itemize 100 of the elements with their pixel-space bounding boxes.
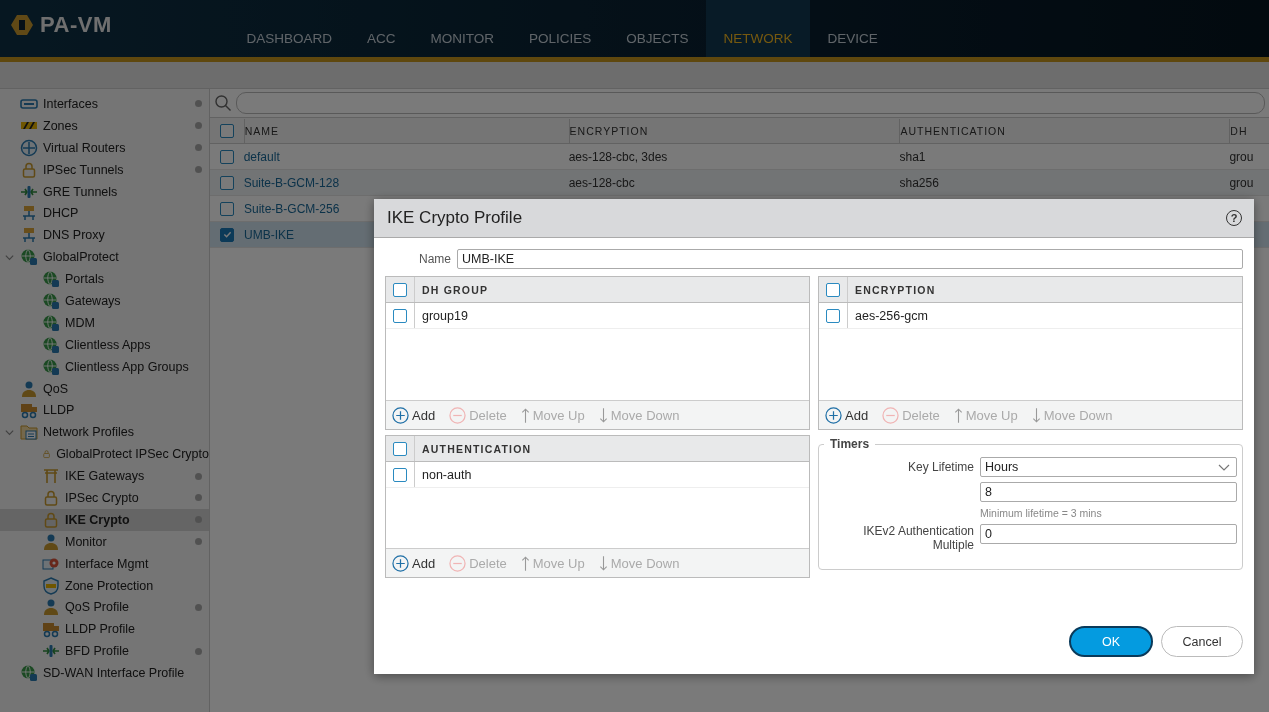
arrow-down-icon (598, 554, 608, 572)
sidebar-item[interactable]: Interfaces (0, 93, 209, 115)
sidebar-item[interactable]: Network Profiles (0, 421, 209, 444)
select-all-checkbox[interactable] (393, 441, 407, 456)
unit-dropdown[interactable]: Hours (980, 457, 1237, 477)
table-row[interactable]: Suite-B-GCM-128 aes-128-cbc sha256 grou (210, 170, 1269, 196)
sidebar-item[interactable]: Gateways (0, 290, 209, 312)
sidebar-label: Interface Mgmt (65, 556, 149, 571)
multiple-field[interactable]: 0 (980, 524, 1237, 544)
list-action-button[interactable]: Add (392, 406, 440, 424)
sidebar-item[interactable]: LLDP (0, 399, 209, 422)
sidebar-label: DHCP (43, 206, 79, 221)
sidebar-item[interactable]: Clientless Apps (0, 333, 209, 356)
lifetime-field[interactable]: 8 (980, 482, 1237, 502)
globe-icon (42, 313, 60, 332)
row-checkbox[interactable] (219, 175, 234, 190)
sidebar-item[interactable]: Interface Mgmt (0, 552, 209, 575)
select-all-checkbox[interactable] (393, 282, 407, 297)
list-action-button[interactable]: Add (825, 406, 873, 424)
globe-icon (42, 291, 60, 310)
sidebar-label: Monitor (65, 534, 107, 549)
arrow-up-icon (953, 406, 963, 424)
minus-circle-icon (882, 406, 900, 424)
row-checkbox[interactable] (220, 227, 234, 242)
table-cell-text: aes-128-cbc, 3des (568, 149, 669, 164)
sidebar-item[interactable]: DHCP (0, 202, 209, 225)
sidebar-item[interactable]: GlobalProtect IPSec Crypto (0, 443, 209, 466)
group-legend: Timers (824, 437, 876, 451)
name-field[interactable]: UMB-IKE (457, 249, 1243, 269)
sidebar-label: QoS Profile (65, 600, 129, 615)
sidebar-item[interactable]: IKE Crypto (0, 508, 209, 531)
sidebar-item[interactable]: DNS Proxy (0, 224, 209, 247)
sidebar-item[interactable]: BFD Profile (0, 640, 209, 663)
row-checkbox[interactable] (393, 467, 407, 482)
search-icon (214, 94, 232, 112)
folder-icon (20, 423, 38, 442)
globe-icon (42, 357, 60, 376)
sidebar-item[interactable]: QoS Profile (0, 596, 209, 619)
sidebar-label: IKE Crypto (65, 512, 130, 527)
nav-tab[interactable]: POLICIES (511, 0, 609, 57)
table-cell-text: grou (1229, 149, 1255, 164)
sidebar-item[interactable]: QoS (0, 377, 209, 400)
check-icon (222, 230, 232, 239)
row-checkbox[interactable] (826, 308, 840, 323)
column-header: ENCRYPTION (854, 283, 936, 296)
row-checkbox[interactable] (219, 149, 234, 164)
sidebar-item[interactable]: IPSec Crypto (0, 487, 209, 509)
hint-text: Minimum lifetime = 3 mins (980, 507, 1102, 519)
sidebar-item[interactable]: Clientless App Groups (0, 355, 209, 378)
nav-tab[interactable]: MONITOR (413, 0, 512, 57)
profile-link[interactable]: Suite-B-GCM-128 (243, 175, 569, 190)
list-cell-text: non-auth (421, 467, 472, 482)
sidebar-label: LLDP Profile (65, 622, 135, 637)
sidebar-item[interactable]: Portals (0, 268, 209, 290)
search-field[interactable] (236, 92, 1265, 114)
product-logo: PA-VM (40, 11, 112, 38)
cancel-button[interactable]: Cancel (1161, 626, 1243, 657)
truck-icon (20, 401, 38, 420)
sidebar-item[interactable]: Virtual Routers (0, 136, 209, 159)
select-all-checkbox[interactable] (826, 282, 840, 297)
column-header: DH GROUP (421, 283, 489, 296)
nav-tab[interactable]: OBJECTS (608, 0, 707, 57)
table-cell-text: sha256 (899, 175, 940, 190)
list-action-button[interactable]: Add (392, 554, 440, 572)
row-checkbox[interactable] (220, 201, 234, 216)
profile-link[interactable]: default (243, 149, 569, 164)
table-cell-text: sha1 (899, 149, 927, 164)
select-all-checkbox[interactable] (219, 123, 234, 138)
sidebar-item[interactable]: SD-WAN Interface Profile (0, 662, 209, 685)
plus-circle-icon (392, 406, 409, 424)
nav-tab[interactable]: DASHBOARD (229, 0, 350, 57)
table-cell-text: grou (1229, 175, 1255, 190)
column-header: DH (1229, 118, 1269, 143)
sidebar-item[interactable]: Monitor (0, 530, 209, 553)
sidebar-item[interactable]: MDM (0, 311, 209, 334)
sidebar-label: MDM (65, 315, 95, 330)
sidebar-item[interactable]: IKE Gateways (0, 465, 209, 488)
arrow-down-icon (598, 406, 608, 424)
nav-tab[interactable]: ACC (349, 0, 414, 57)
sidebar-label: Gateways (65, 293, 121, 308)
sidebar-item[interactable]: Zone Protection (0, 574, 209, 597)
truck-icon (42, 620, 60, 639)
sidebar-item[interactable]: IPSec Tunnels (0, 158, 209, 181)
globe-icon (20, 248, 38, 267)
nav-tab[interactable]: DEVICE (810, 0, 896, 57)
list-cell-text: group19 (421, 308, 468, 323)
sidebar-item[interactable]: LLDP Profile (0, 618, 209, 641)
sidebar-label: LLDP (43, 403, 75, 418)
sidebar-label: BFD Profile (65, 644, 129, 659)
ok-button[interactable]: OK (1069, 626, 1153, 657)
field-label: Key Lifetime (906, 460, 974, 474)
lock-icon (20, 160, 38, 179)
plus-circle-icon (392, 554, 409, 572)
column-header: AUTHENTICATION (899, 118, 1230, 143)
sidebar-item[interactable]: GlobalProtect (0, 246, 209, 269)
nav-tab[interactable]: NETWORK (706, 0, 811, 57)
sidebar-item[interactable]: GRE Tunnels (0, 180, 209, 203)
sidebar-item[interactable]: Zones (0, 114, 209, 137)
row-checkbox[interactable] (393, 308, 407, 323)
list-cell-text: aes-256-gcm (854, 308, 928, 323)
